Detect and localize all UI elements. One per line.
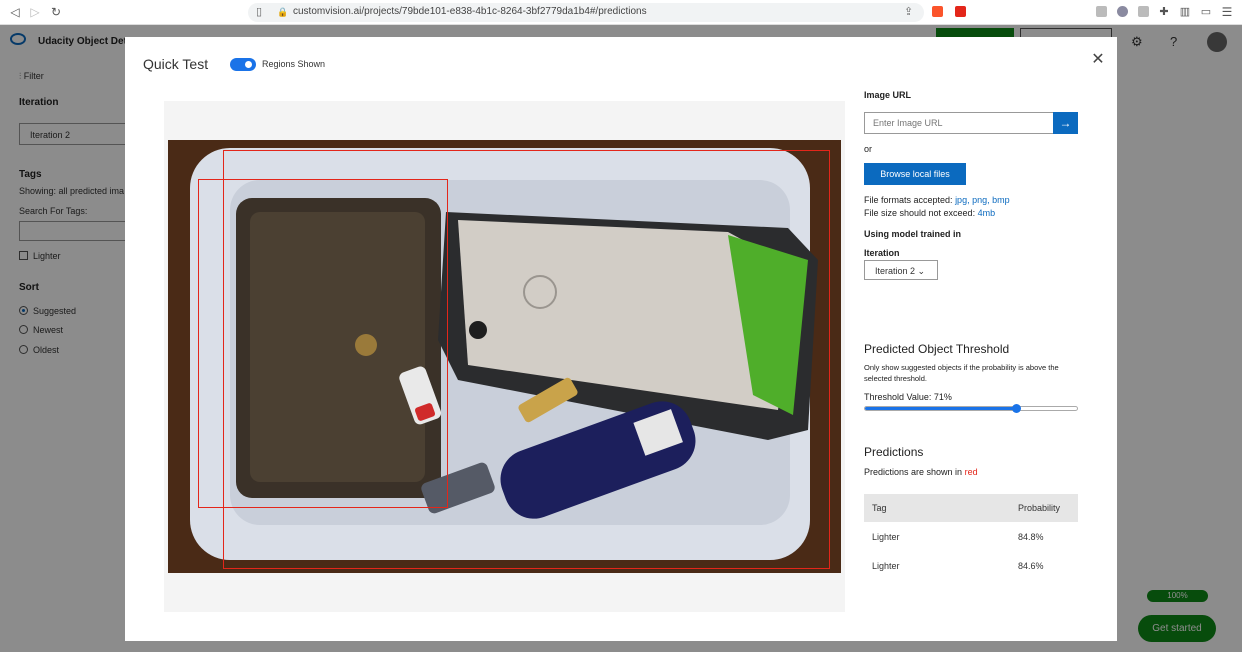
tag-column-header: Tag xyxy=(864,494,1018,522)
forward-icon[interactable]: ▷ xyxy=(28,5,42,19)
threshold-title: Predicted Object Threshold xyxy=(864,342,1010,356)
slider-thumb[interactable] xyxy=(1011,404,1021,413)
table-row: Lighter 84.6% xyxy=(864,551,1078,580)
menu-icon[interactable]: ☰ xyxy=(1220,5,1234,19)
regions-toggle-label: Regions Shown xyxy=(262,59,326,69)
tag-cell: Lighter xyxy=(872,560,900,571)
prediction-region[interactable] xyxy=(223,150,830,569)
test-image xyxy=(168,140,841,573)
threshold-slider[interactable] xyxy=(864,404,1078,413)
predictions-note: Predictions are shown in red xyxy=(864,467,978,477)
predictions-title: Predictions xyxy=(864,445,924,459)
brave-rewards-icon[interactable] xyxy=(955,6,966,17)
reload-icon[interactable]: ↻ xyxy=(49,5,63,19)
slider-fill xyxy=(865,407,1016,410)
lock-icon[interactable]: 🔒 xyxy=(277,6,288,19)
wallet-icon[interactable]: ▭ xyxy=(1199,5,1213,19)
using-model-label: Using model trained in xyxy=(864,229,962,239)
threshold-description: selected threshold. xyxy=(864,374,927,383)
regions-toggle[interactable] xyxy=(230,58,256,71)
submit-url-button[interactable]: → xyxy=(1053,112,1078,134)
browser-toolbar: ◁ ▷ ↻ ▯ 🔒 customvision.ai/projects/79bde… xyxy=(0,0,1242,25)
dialog-title: Quick Test xyxy=(143,56,209,72)
file-size-value: 4mb xyxy=(977,208,996,218)
extension-icon[interactable] xyxy=(1117,6,1128,17)
file-formats-value: jpg, png, bmp xyxy=(955,195,1010,205)
tag-cell: Lighter xyxy=(872,531,900,542)
share-icon[interactable]: ⇪ xyxy=(904,6,913,19)
table-row: Lighter 84.8% xyxy=(864,522,1078,551)
puzzle-icon[interactable]: ✚ xyxy=(1157,5,1171,19)
url-text: customvision.ai/projects/79bde101-e838-4… xyxy=(293,6,647,17)
image-preview-area xyxy=(164,101,845,612)
address-bar[interactable]: ▯ 🔒 customvision.ai/projects/79bde101-e8… xyxy=(248,3,924,22)
threshold-description: Only show suggested objects if the proba… xyxy=(864,363,1059,372)
or-label: or xyxy=(864,144,873,154)
arrow-right-icon: → xyxy=(1059,116,1072,130)
probability-column-header: Probability xyxy=(1018,494,1078,522)
image-url-input[interactable] xyxy=(864,112,1054,134)
toggle-knob xyxy=(245,61,252,68)
probability-cell: 84.6% xyxy=(1018,560,1044,571)
sidebar-icon[interactable]: ▥ xyxy=(1178,5,1192,19)
probability-cell: 84.8% xyxy=(1018,531,1044,542)
close-icon[interactable]: ✕ xyxy=(1090,52,1106,68)
extension-icon[interactable] xyxy=(1138,6,1149,17)
extension-icon[interactable] xyxy=(1096,6,1107,17)
file-size-text: File size should not exceed: 4mb xyxy=(864,208,996,218)
brave-shield-icon[interactable] xyxy=(932,6,943,17)
bookmark-icon[interactable]: ▯ xyxy=(256,6,262,19)
table-header-row: Tag Probability xyxy=(864,494,1078,522)
threshold-value-label: Threshold Value: 71% xyxy=(864,392,952,402)
browse-local-files-button[interactable]: Browse local files xyxy=(864,163,966,185)
chevron-down-icon: ⌄ xyxy=(917,266,926,276)
predictions-color-word: red xyxy=(964,467,978,477)
file-formats-text: File formats accepted: jpg, png, bmp xyxy=(864,195,1010,205)
iteration-label: Iteration xyxy=(864,248,900,258)
back-icon[interactable]: ◁ xyxy=(8,5,22,19)
iteration-dropdown[interactable]: Iteration 2 ⌄ xyxy=(864,260,938,280)
quick-test-dialog: Quick Test Regions Shown ✕ Image URL Ent… xyxy=(125,37,1117,641)
predictions-table: Tag Probability Lighter 84.8% Lighter 84… xyxy=(864,494,1078,580)
image-url-label: Image URL xyxy=(864,90,912,100)
